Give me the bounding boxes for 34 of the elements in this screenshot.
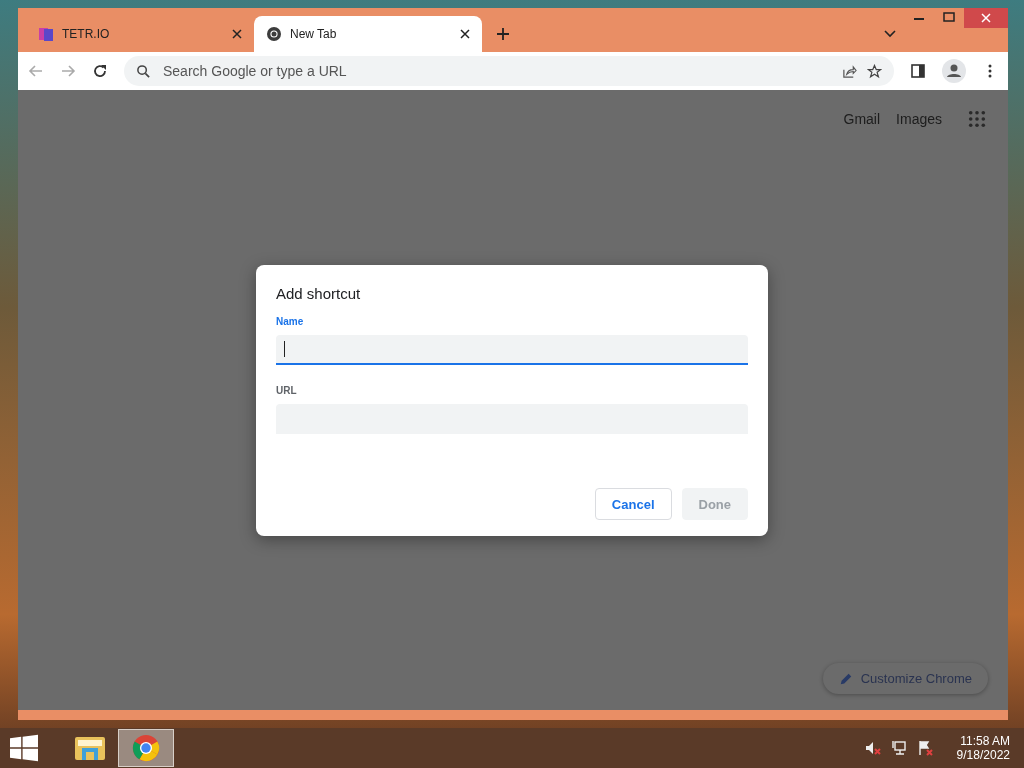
header-link[interactable]: Images — [896, 111, 942, 127]
tab-title: TETR.IO — [62, 27, 111, 41]
browser-tab[interactable]: TETR.IO — [26, 16, 254, 52]
flag-icon[interactable] — [916, 740, 933, 756]
field-label: URL — [276, 385, 298, 396]
close-icon[interactable] — [460, 29, 470, 39]
dialog-button[interactable]: Cancel — [594, 488, 672, 520]
muted-speaker-icon[interactable] — [864, 740, 881, 756]
apps-grid-icon[interactable] — [968, 110, 986, 128]
chrome-icon[interactable] — [130, 733, 162, 763]
dialog-title: Add shortcut — [276, 285, 362, 302]
network-icon[interactable] — [890, 740, 907, 756]
browser-tab[interactable]: New Tab — [254, 16, 482, 52]
star-icon[interactable] — [867, 63, 882, 79]
address-bar[interactable]: Search Google or type a URL — [124, 56, 894, 86]
chrome-icon — [266, 26, 282, 42]
profile-icon[interactable] — [942, 59, 966, 83]
input-field[interactable] — [276, 335, 748, 365]
search-icon — [136, 63, 151, 79]
close-icon[interactable] — [232, 29, 242, 39]
pencil-icon — [838, 671, 853, 686]
header-link[interactable]: Gmail — [843, 111, 881, 127]
clock-time: 11:58 AM — [960, 734, 1010, 748]
reload-icon[interactable] — [92, 63, 108, 79]
new-tab-icon[interactable] — [496, 27, 510, 41]
windows-start-icon[interactable] — [10, 734, 38, 762]
app-icon — [38, 26, 54, 42]
tab-title: New Tab — [290, 27, 338, 41]
clock-date: 9/18/2022 — [956, 748, 1010, 762]
share-icon[interactable] — [842, 63, 857, 79]
side-panel-icon[interactable] — [910, 63, 926, 79]
chevron-down-icon[interactable] — [884, 30, 896, 38]
field-label: Name — [276, 316, 305, 327]
customize-button[interactable]: Customize Chrome — [822, 663, 988, 694]
